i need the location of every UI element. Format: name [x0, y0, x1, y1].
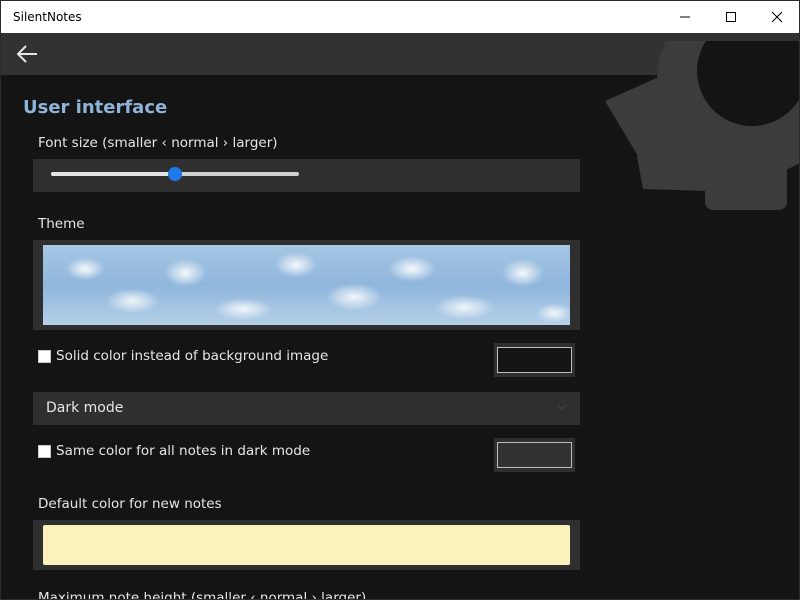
chevron-down-icon	[557, 404, 567, 410]
theme-image[interactable]	[43, 245, 570, 325]
maximize-button[interactable]	[708, 1, 754, 33]
solid-color-label: Solid color instead of background image	[56, 348, 329, 364]
same-color-label: Same color for all notes in dark mode	[56, 443, 311, 459]
section-title: User interface	[23, 97, 168, 118]
close-button[interactable]	[754, 1, 799, 33]
font-size-label: Font size (smaller ‹ normal › larger)	[38, 135, 278, 151]
theme-panel	[33, 240, 580, 330]
font-size-slider-fill	[51, 172, 175, 176]
same-color-row: Same color for all notes in dark mode	[38, 443, 310, 459]
default-color-swatch[interactable]	[43, 525, 570, 565]
max-note-height-label: Maximum note height (smaller ‹ normal › …	[38, 590, 367, 600]
font-size-slider[interactable]	[51, 167, 299, 181]
same-color-swatch-fill	[497, 442, 572, 468]
solid-color-swatch[interactable]	[494, 343, 575, 377]
dark-mode-value: Dark mode	[46, 400, 124, 416]
title-bar: SilentNotes	[1, 1, 799, 33]
maximize-icon	[726, 12, 736, 22]
window-title: SilentNotes	[13, 10, 82, 24]
theme-label: Theme	[38, 216, 85, 232]
arrow-left-icon	[16, 45, 37, 63]
app-window: SilentNotes User interface Font size (sm…	[0, 0, 800, 600]
default-color-label: Default color for new notes	[38, 496, 222, 512]
close-icon	[771, 11, 783, 23]
solid-color-checkbox[interactable]	[38, 349, 51, 363]
settings-content: User interface Font size (smaller ‹ norm…	[1, 75, 799, 600]
minimize-icon	[680, 16, 690, 18]
solid-color-swatch-fill	[497, 347, 572, 373]
dark-mode-select[interactable]: Dark mode	[33, 392, 580, 425]
solid-color-row: Solid color instead of background image	[38, 348, 328, 364]
same-color-checkbox[interactable]	[38, 444, 51, 458]
default-color-panel	[33, 520, 580, 570]
minimize-button[interactable]	[662, 1, 708, 33]
back-button[interactable]	[7, 34, 47, 74]
font-size-panel	[33, 159, 580, 192]
same-color-swatch[interactable]	[494, 438, 575, 472]
font-size-slider-thumb[interactable]	[168, 167, 182, 181]
